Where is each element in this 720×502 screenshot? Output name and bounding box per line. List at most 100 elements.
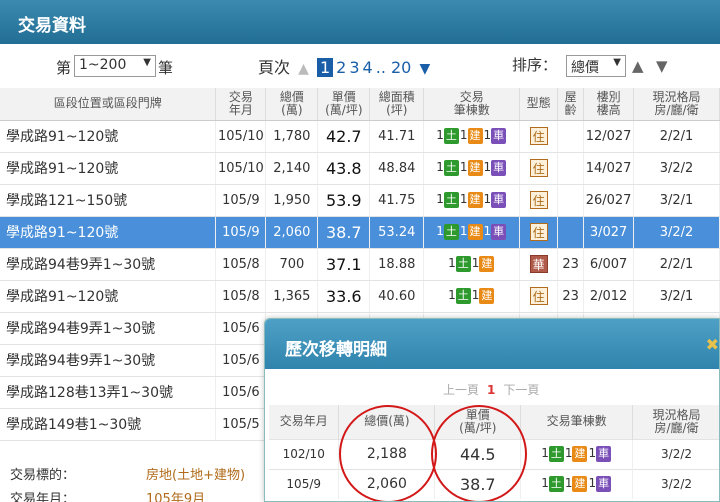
age-cell <box>557 152 585 185</box>
type-badge: 住 <box>529 287 548 305</box>
date-cell: 105/9 <box>215 216 267 249</box>
table-row[interactable]: 學成路91~120號 105/10 2,140 43.8 48.84 1 土 1 建 1 車住 14/… <box>0 152 720 185</box>
land-count: 1 <box>436 192 444 206</box>
land-badge: 土 <box>443 160 459 176</box>
type-badge: 住 <box>529 127 548 145</box>
date-label: 交易年月： <box>10 492 76 502</box>
bldg-badge: 建 <box>572 446 588 462</box>
bldg-count: 1 <box>564 446 573 460</box>
page-range-select[interactable]: 1~200 ▼ <box>74 55 156 77</box>
address-cell: 學成路149巷1~30號 <box>0 408 217 441</box>
unit-price-cell: 53.9 <box>317 184 371 217</box>
page-prefix-label: 第 <box>56 59 72 77</box>
next-page-icon[interactable]: ▼ <box>419 61 430 77</box>
address-cell: 學成路91~120號 <box>0 216 217 249</box>
address-cell: 學成路121~150號 <box>0 184 217 217</box>
page-link[interactable]: 2 <box>336 58 346 77</box>
close-icon[interactable]: ✖ <box>706 335 719 354</box>
total-price-cell: 1,365 <box>265 280 319 313</box>
layout-cell: 3/2/1 <box>633 280 720 313</box>
bldg-badge: 建 <box>479 288 495 304</box>
date-cell: 105/8 <box>215 280 267 313</box>
table-row[interactable]: 學成路91~120號 105/8 1,365 33.6 40.60 1 土 1 建住 23 2/01… <box>0 280 720 313</box>
address-cell: 學成路91~120號 <box>0 120 217 153</box>
column-header[interactable]: 交易 筆棟數 <box>423 88 521 121</box>
car-count: 1 <box>588 476 597 491</box>
chevron-down-icon: ▼ <box>613 57 621 68</box>
next-page-link[interactable]: 下一頁 <box>503 383 539 397</box>
counts-cell: 1土1建1車 <box>423 216 521 249</box>
table-row[interactable]: 學成路91~120號 105/9 2,060 38.7 53.24 1 土 1 建 1 車住 3/02… <box>0 216 720 249</box>
popup-page-number: 1 <box>487 383 496 397</box>
counts-cell: 1土1建1車 <box>520 468 634 499</box>
total-price-cell: 2,140 <box>265 152 319 185</box>
land-count: 1 <box>436 224 444 238</box>
date-cell: 105/10 <box>215 120 267 153</box>
area-cell: 41.75 <box>369 184 425 217</box>
column-header[interactable]: 區段位置或區段門牌 <box>0 88 217 121</box>
page-link[interactable]: 3 <box>349 58 359 77</box>
unit-price-cell: 42.7 <box>317 120 371 153</box>
bldg-badge: 建 <box>479 256 495 272</box>
bldg-badge: 建 <box>467 192 483 208</box>
unit-price-cell: 38.7 <box>317 216 371 249</box>
date-cell: 105/6 <box>215 312 267 345</box>
date-cell: 105/6 <box>215 344 267 377</box>
column-header[interactable]: 樓別 樓高 <box>583 88 635 121</box>
page-link-last[interactable]: .. 20 <box>376 58 412 77</box>
transfer-history-popup: 歷次移轉明細 ✖ 上一頁 1 下一頁 交易年月 總價(萬) 單價 (萬/坪) 交易筆棟數現… <box>264 318 720 502</box>
land-badge: 土 <box>443 192 459 208</box>
floor-cell: 2/012 <box>583 280 635 313</box>
date-cell: 105/8 <box>215 248 267 281</box>
bldg-count: 1 <box>471 256 480 270</box>
history-date: 105/9 <box>269 468 340 499</box>
land-badge: 土 <box>455 288 471 304</box>
page-link[interactable]: 4 <box>363 58 373 77</box>
counts-cell: 1土1建1車 <box>423 120 521 153</box>
total-price-cell: 2,060 <box>265 216 319 249</box>
type-cell: 住 <box>519 280 559 313</box>
land-badge: 土 <box>548 446 564 462</box>
column-header[interactable]: 屋 齡 <box>557 88 585 121</box>
sort-asc-icon[interactable]: ▲ <box>632 57 644 75</box>
column-header[interactable]: 現況格局 房/廳/衛 <box>633 88 720 121</box>
type-badge: 住 <box>529 223 548 241</box>
type-badge: 華 <box>529 255 548 273</box>
area-cell: 18.88 <box>369 248 425 281</box>
land-badge: 土 <box>548 476 564 493</box>
car-count: 1 <box>483 160 492 174</box>
column-header[interactable]: 單價 (萬/坪) <box>317 88 371 121</box>
land-badge: 土 <box>443 128 459 144</box>
unit-price-cell: 33.6 <box>317 280 371 313</box>
table-row[interactable]: 學成路91~120號 105/10 1,780 42.7 41.71 1 土 1 建 1 車住 12/… <box>0 120 720 153</box>
page-link-current[interactable]: 1 <box>316 58 334 77</box>
address-cell: 學成路91~120號 <box>0 152 217 185</box>
car-badge: 車 <box>596 476 612 493</box>
prev-page-icon[interactable]: ▲ <box>298 61 309 77</box>
floor-cell: 26/027 <box>583 184 635 217</box>
sort-desc-icon[interactable]: ▼ <box>656 57 668 75</box>
highlight-circle-unit <box>431 405 527 501</box>
car-badge: 車 <box>596 446 612 462</box>
car-count: 1 <box>588 446 597 460</box>
type-badge: 住 <box>529 159 548 177</box>
column-header[interactable]: 型態 <box>519 88 559 121</box>
popup-column-header: 交易年月 <box>269 405 340 439</box>
bldg-badge: 建 <box>467 224 483 240</box>
counts-cell: 1土1建1車 <box>423 152 521 185</box>
type-label: 交易標的： <box>10 468 76 483</box>
car-count: 1 <box>483 224 492 238</box>
popup-header: 歷次移轉明細 ✖ <box>265 319 719 369</box>
land-badge: 土 <box>443 224 459 240</box>
age-cell <box>557 120 585 153</box>
bldg-count: 1 <box>471 288 480 302</box>
column-header[interactable]: 總面積 (坪) <box>369 88 425 121</box>
prev-page-link[interactable]: 上一頁 <box>443 383 479 397</box>
age-cell <box>557 216 585 249</box>
table-row[interactable]: 學成路94巷9弄1~30號 105/8 700 37.1 18.88 1 土 1 建華 23 6/0… <box>0 248 720 281</box>
area-cell: 53.24 <box>369 216 425 249</box>
column-header[interactable]: 總價 (萬) <box>265 88 319 121</box>
sort-select[interactable]: 總價 ▼ <box>566 55 626 77</box>
column-header[interactable]: 交易 年月 <box>215 88 267 121</box>
table-row[interactable]: 學成路121~150號 105/9 1,950 53.9 41.75 1 土 1 建 1 車住 26/… <box>0 184 720 217</box>
